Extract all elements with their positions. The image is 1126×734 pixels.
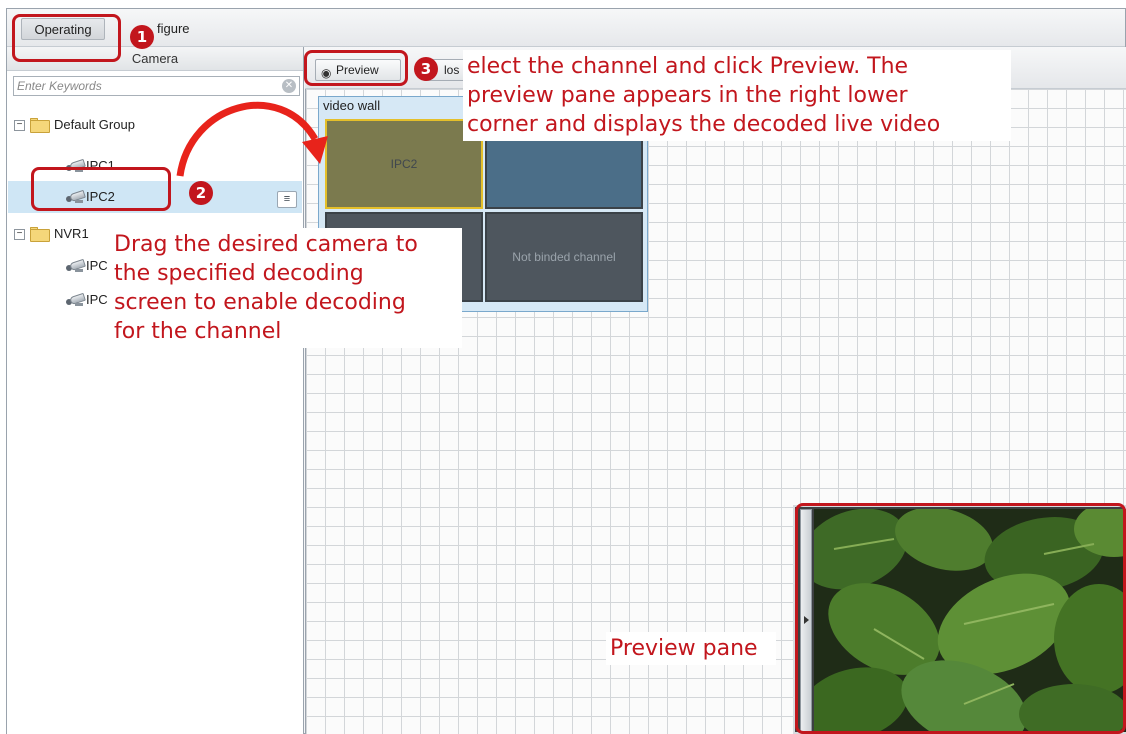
- highlight-preview: [304, 50, 408, 86]
- folder-icon: [30, 227, 50, 242]
- drag-arrow: [176, 101, 328, 177]
- callout-line: corner and displays the decoded live vid…: [467, 112, 941, 137]
- step-3-badge: 3: [414, 57, 438, 81]
- camera-icon: [64, 292, 86, 307]
- tree-item-label: Default Group: [54, 117, 135, 132]
- highlight-operating: [12, 14, 121, 62]
- screen-label: Not binded channel: [512, 250, 616, 264]
- decoding-screen-1[interactable]: IPC2: [325, 119, 483, 209]
- preview-instruction-callout: elect the channel and click Preview. The…: [463, 50, 1011, 141]
- camera-icon: [64, 258, 86, 273]
- search-placeholder: Enter Keywords: [17, 79, 102, 93]
- folder-icon: [30, 118, 50, 133]
- callout-line: preview pane appears in the right lower: [467, 83, 908, 108]
- decoding-screen-4[interactable]: Not binded channel: [485, 212, 643, 302]
- tree-item-label: NVR1: [54, 226, 89, 241]
- drag-instruction-callout: Drag the desired camera to the specified…: [110, 228, 462, 348]
- highlight-ipc2: [31, 167, 171, 211]
- preview-pane-callout: Preview pane: [606, 632, 776, 665]
- collapse-icon[interactable]: −: [14, 120, 25, 131]
- callout-line: Drag the desired camera to: [114, 232, 418, 257]
- step-1-badge: 1: [130, 25, 154, 49]
- callout-line: for the channel: [114, 319, 282, 344]
- callout-line: elect the channel and click Preview. The: [467, 54, 909, 79]
- close-button-label: los: [444, 63, 460, 77]
- tree-item-label: IPC: [86, 258, 108, 273]
- highlight-preview-pane: [795, 503, 1126, 734]
- tab-configure[interactable]: figure: [147, 18, 200, 40]
- collapse-icon[interactable]: −: [14, 229, 25, 240]
- callout-line: screen to enable decoding: [114, 290, 406, 315]
- top-menu-bar: Operating figure: [7, 9, 1125, 47]
- tree-item-label: IPC: [86, 292, 108, 307]
- screen-label: IPC2: [390, 157, 418, 171]
- callout-line: the specified decoding: [114, 261, 364, 286]
